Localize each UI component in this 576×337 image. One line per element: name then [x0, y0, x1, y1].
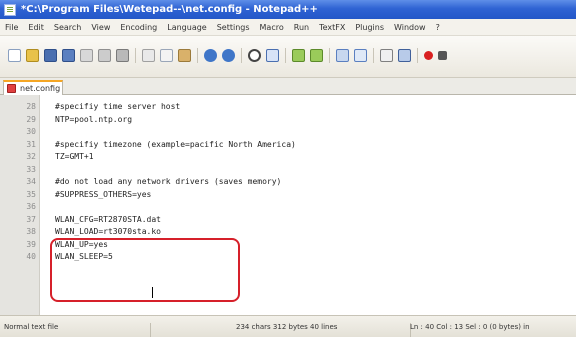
- status-position: Ln : 40 Col : 13 Sel : 0 (0 bytes) in: [410, 323, 530, 331]
- line-number: 39: [26, 239, 36, 249]
- code-line[interactable]: 32 TZ=GMT+1: [0, 151, 576, 163]
- open-folder-icon[interactable]: [26, 49, 39, 62]
- line-number: 33: [26, 164, 36, 174]
- close-all-icon[interactable]: [98, 49, 111, 62]
- tab-bar: net.config: [0, 78, 576, 95]
- code-line[interactable]: 36: [0, 201, 576, 213]
- menu-settings[interactable]: Settings: [217, 23, 250, 32]
- status-length: 234 chars 312 bytes 40 lines: [236, 323, 338, 331]
- menu-plugins[interactable]: Plugins: [355, 23, 384, 32]
- close-file-icon[interactable]: [80, 49, 93, 62]
- line-text: NTP=pool.ntp.org: [55, 114, 133, 124]
- title-bar[interactable]: *C:\Program Files\Wetepad--\net.config -…: [0, 0, 576, 19]
- record-macro-icon[interactable]: [424, 51, 433, 60]
- line-number: 28: [26, 102, 36, 111]
- tab-label: net.config: [20, 84, 61, 93]
- menu-help[interactable]: ?: [436, 23, 440, 32]
- code-line[interactable]: 31 #specifiy timezone (example=pacific No…: [0, 139, 576, 151]
- code-line[interactable]: 30: [0, 126, 576, 138]
- line-number: 35: [26, 189, 36, 199]
- save-icon[interactable]: [44, 49, 57, 62]
- toolbar-separator: [197, 48, 198, 63]
- undo-icon[interactable]: [204, 49, 217, 62]
- code-line[interactable]: 33: [0, 164, 576, 176]
- zoom-in-icon[interactable]: [292, 49, 305, 62]
- indent-guide-icon[interactable]: [354, 49, 367, 62]
- toolbar-separator: [135, 48, 136, 63]
- line-number: 34: [26, 177, 36, 186]
- toolbar-separator: [417, 48, 418, 63]
- line-text: #specifiy time server host: [55, 102, 181, 111]
- code-line[interactable]: 34 #do not load any network drivers (save…: [0, 176, 576, 188]
- cut-icon[interactable]: [142, 49, 155, 62]
- code-line[interactable]: 38 WLAN_LOAD=rt3070sta.ko: [0, 226, 576, 238]
- line-text: WLAN_CFG=RT2870STA.dat: [55, 214, 161, 224]
- code-line[interactable]: 35 #SUPPRESS_OTHERS=yes: [0, 189, 576, 201]
- window-title: *C:\Program Files\Wetepad--\net.config -…: [21, 4, 318, 15]
- menu-view[interactable]: View: [91, 23, 110, 32]
- highlight-annotation: [50, 238, 240, 302]
- code-line[interactable]: 29 NTP=pool.ntp.org: [0, 114, 576, 126]
- line-number: 36: [26, 202, 36, 211]
- zoom-out-icon[interactable]: [310, 49, 323, 62]
- status-divider: [150, 323, 151, 337]
- word-wrap-icon[interactable]: [336, 49, 349, 62]
- toolbar-separator: [373, 48, 374, 63]
- replace-icon[interactable]: [266, 49, 279, 62]
- menu-language[interactable]: Language: [167, 23, 206, 32]
- toolbar: [0, 36, 576, 78]
- line-text: #do not load any network drivers (saves …: [55, 177, 282, 186]
- menu-search[interactable]: Search: [54, 23, 81, 32]
- menu-macro[interactable]: Macro: [260, 23, 284, 32]
- menu-textfx[interactable]: TextFX: [319, 23, 345, 32]
- code-line[interactable]: 37 WLAN_CFG=RT2870STA.dat: [0, 214, 576, 226]
- stop-macro-icon[interactable]: [438, 51, 447, 60]
- line-number: 38: [26, 227, 36, 236]
- menu-bar: File Edit Search View Encoding Language …: [0, 19, 576, 36]
- menu-run[interactable]: Run: [294, 23, 309, 32]
- toolbar-separator: [329, 48, 330, 63]
- save-all-icon[interactable]: [62, 49, 75, 62]
- paste-icon[interactable]: [178, 49, 191, 62]
- toolbar-separator: [241, 48, 242, 63]
- status-file-type: Normal text file: [4, 323, 59, 331]
- menu-encoding[interactable]: Encoding: [120, 23, 157, 32]
- copy-icon[interactable]: [160, 49, 173, 62]
- line-number: 40: [26, 252, 36, 261]
- unsaved-file-icon: [7, 84, 16, 93]
- print-icon[interactable]: [116, 49, 129, 62]
- new-file-icon[interactable]: [8, 49, 21, 62]
- tab-net-config[interactable]: net.config: [3, 80, 63, 95]
- line-number: 32: [26, 152, 36, 161]
- status-bar: Normal text file 234 chars 312 bytes 40 …: [0, 315, 576, 337]
- menu-file[interactable]: File: [5, 23, 18, 32]
- line-text: #SUPPRESS_OTHERS=yes: [55, 189, 152, 199]
- line-number: 37: [26, 214, 36, 224]
- line-text: WLAN_LOAD=rt3070sta.ko: [55, 227, 161, 236]
- notepad-app-icon: [4, 3, 16, 16]
- line-text: TZ=GMT+1: [55, 152, 94, 161]
- code-line[interactable]: 28 #specifiy time server host: [0, 101, 576, 113]
- toolbar-separator: [285, 48, 286, 63]
- show-all-characters-icon[interactable]: [380, 49, 393, 62]
- notepad-window: *C:\Program Files\Wetepad--\net.config -…: [0, 0, 576, 337]
- menu-edit[interactable]: Edit: [28, 23, 44, 32]
- macro-icon[interactable]: [398, 49, 411, 62]
- line-number: 30: [26, 127, 36, 136]
- menu-window[interactable]: Window: [394, 23, 426, 32]
- line-number: 31: [26, 139, 36, 149]
- find-icon[interactable]: [248, 49, 261, 62]
- line-text: #specifiy timezone (example=pacific Nort…: [55, 139, 296, 149]
- line-number: 29: [26, 114, 36, 124]
- redo-icon[interactable]: [222, 49, 235, 62]
